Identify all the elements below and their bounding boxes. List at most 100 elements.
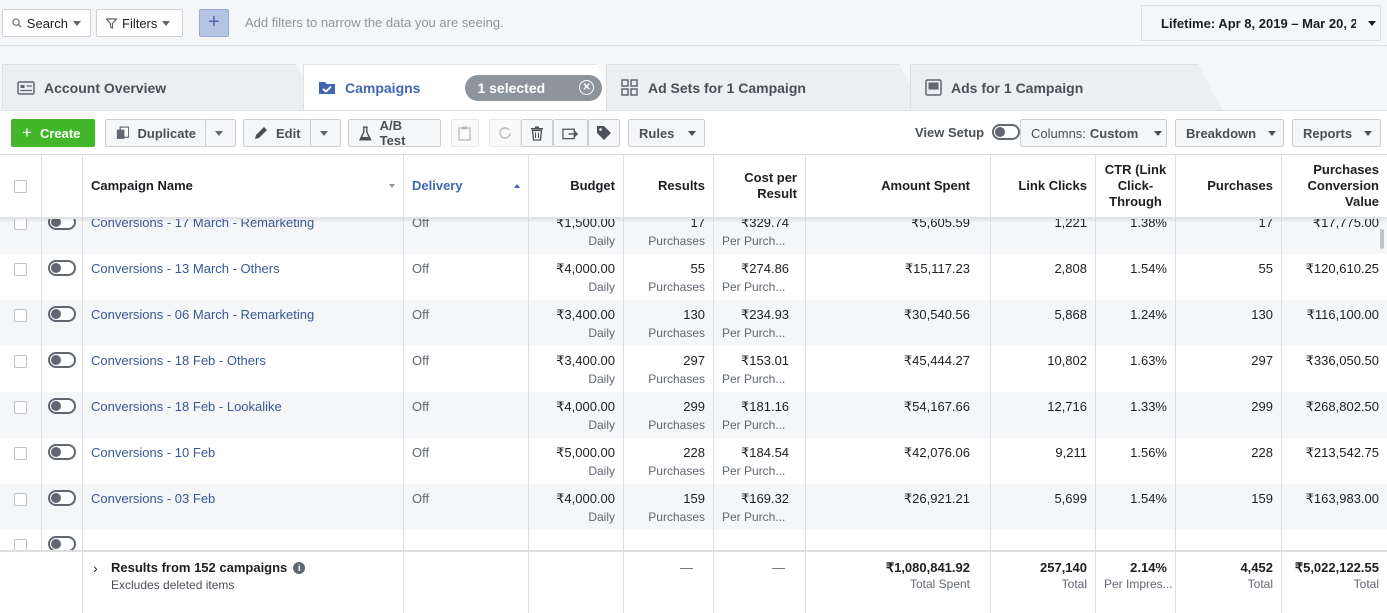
column-header-amount-spent[interactable]: Amount Spent (806, 155, 991, 217)
row-checkbox[interactable] (14, 355, 27, 368)
export-button[interactable] (553, 119, 588, 147)
expand-chevron-icon[interactable]: › (93, 560, 98, 576)
column-label: Cost per Result (744, 170, 797, 201)
column-header-budget[interactable]: Budget (529, 155, 624, 217)
chevron-down-icon (688, 130, 697, 136)
date-range-label: Lifetime: Apr 8, 2019 – Mar 20, 2020 (1161, 15, 1356, 31)
table-cell: Conversions - 13 March - Others (83, 254, 404, 300)
campaign-status-toggle[interactable] (48, 398, 76, 414)
campaign-name-link[interactable]: Conversions - 10 Feb (91, 445, 215, 460)
cell-value: ₹54,167.66 (903, 399, 970, 414)
tab-ads[interactable]: Ads for 1 Campaign (910, 64, 1222, 110)
campaign-name-link[interactable]: Conversions - 18 Feb - Others (91, 353, 266, 368)
cell-value: ₹5,000.00 (556, 445, 615, 460)
row-checkbox[interactable] (14, 493, 27, 506)
table-row[interactable]: Conversions - 18 Feb - Lookalike Off ₹4,00… (0, 392, 1387, 438)
cell-value: ₹274.86 (741, 261, 790, 276)
column-label: Amount Spent (881, 178, 970, 193)
column-header-campaign-name[interactable]: Campaign Name (83, 155, 404, 217)
selection-pill[interactable]: 1 selected ✕ (465, 75, 602, 101)
view-setup-toggle[interactable] (992, 124, 1021, 140)
export-icon (562, 128, 579, 140)
cell-value: ₹153.01 (741, 353, 790, 368)
cell-value: 5,868 (1054, 307, 1087, 322)
reports-button[interactable]: Reports (1292, 119, 1381, 147)
row-checkbox[interactable] (14, 263, 27, 276)
column-header-cost-per-result[interactable]: Cost per Result (714, 155, 806, 217)
clipboard-button[interactable] (451, 119, 479, 147)
table-row[interactable]: Conversions - 10 Feb Off ₹5,000.00 Daily 228… (0, 438, 1387, 484)
footer-subtitle: Excludes deleted items (111, 578, 235, 592)
column-label: CTR (Link Click-Through (1104, 162, 1167, 209)
table-cell (42, 300, 83, 346)
table-cell: Off (404, 346, 529, 392)
campaign-name-link[interactable]: Conversions - 13 March - Others (91, 261, 280, 276)
table-cell (0, 484, 42, 530)
ad-sets-grid-icon (621, 79, 639, 97)
column-label: Delivery (412, 178, 463, 193)
cell-value: ₹336,050.50 (1305, 353, 1379, 368)
table-cell: 299 (1176, 392, 1282, 438)
breakdown-button[interactable]: Breakdown (1175, 119, 1284, 147)
filters-button[interactable]: Filters (96, 9, 183, 37)
campaign-status-toggle[interactable] (48, 444, 76, 460)
edit-button[interactable]: Edit (243, 119, 312, 147)
chevron-down-icon (73, 20, 81, 26)
clear-selection-icon[interactable]: ✕ (579, 80, 594, 95)
column-header-delivery[interactable]: Delivery (404, 155, 529, 217)
scrollbar-thumb[interactable] (1380, 229, 1384, 249)
table-cell: 9,211 (991, 438, 1096, 484)
row-checkbox[interactable] (14, 401, 27, 414)
create-button[interactable]: + Create (11, 119, 95, 147)
filter-hint: Add filters to narrow the data you are s… (245, 15, 504, 30)
campaign-name-link[interactable]: Conversions - 03 Feb (91, 491, 215, 506)
edit-label: Edit (276, 125, 301, 141)
select-all-checkbox[interactable] (14, 179, 27, 193)
campaign-status-toggle[interactable] (48, 352, 76, 368)
tag-button[interactable] (588, 119, 620, 147)
table-row[interactable]: Conversions - 13 March - Others Off ₹4,000… (0, 254, 1387, 300)
edit-dropdown[interactable] (310, 119, 341, 147)
column-header-results[interactable]: Results (624, 155, 714, 217)
table-row[interactable]: Conversions - 06 March - Remarketing Off ₹… (0, 300, 1387, 346)
campaign-name-link[interactable]: Conversions - 18 Feb - Lookalike (91, 399, 282, 414)
cell-value: 159 (1251, 491, 1273, 506)
account-overview-icon (17, 81, 35, 95)
tab-campaigns[interactable]: Campaigns 1 selected ✕ (303, 64, 620, 110)
duplicate-dropdown[interactable] (205, 119, 236, 147)
cell-value: ₹3,400.00 (556, 307, 615, 322)
campaign-status-toggle[interactable] (48, 490, 76, 506)
ab-test-button[interactable]: A/B Test (348, 118, 441, 148)
pencil-icon (255, 127, 267, 139)
row-checkbox[interactable] (14, 309, 27, 322)
campaign-status-toggle[interactable] (48, 260, 76, 276)
tab-ad-sets[interactable]: Ad Sets for 1 Campaign (606, 64, 923, 110)
tab-account-overview[interactable]: Account Overview (2, 64, 320, 110)
column-header-link-clicks[interactable]: Link Clicks (991, 155, 1096, 217)
rules-button[interactable]: Rules (628, 119, 705, 147)
column-header-ctr[interactable]: CTR (Link Click-Through (1096, 155, 1176, 217)
search-button[interactable]: Search (2, 9, 91, 37)
cell-value: ₹42,076.06 (903, 445, 970, 460)
columns-button[interactable]: Columns: Custom (1020, 119, 1167, 147)
table-cell: 228 (1176, 438, 1282, 484)
column-header-purchases-value[interactable]: Purchases Conversion Value (1282, 155, 1387, 217)
row-checkbox[interactable] (14, 447, 27, 460)
info-icon[interactable]: i (293, 562, 306, 574)
table-row[interactable]: Conversions - 18 Feb - Others Off ₹3,400.0… (0, 346, 1387, 392)
table-cell: 2,808 (991, 254, 1096, 300)
cell-value: 1.54% (1130, 491, 1167, 506)
column-header-purchases[interactable]: Purchases (1176, 155, 1282, 217)
level-tabs: Account Overview Campaigns 1 selected ✕ … (0, 46, 1387, 110)
table-row[interactable]: Conversions - 03 Feb Off ₹4,000.00 Daily 159… (0, 484, 1387, 530)
column-label: Budget (570, 178, 615, 193)
restore-button[interactable] (489, 119, 521, 147)
add-filter-button[interactable]: + (199, 9, 229, 37)
campaign-name-link[interactable]: Conversions - 06 March - Remarketing (91, 307, 314, 322)
table-cell (42, 346, 83, 392)
date-range-button[interactable]: Lifetime: Apr 8, 2019 – Mar 20, 2020 (1141, 5, 1381, 41)
cell-value: 299 (683, 399, 705, 414)
duplicate-button[interactable]: Duplicate (105, 119, 207, 147)
campaign-status-toggle[interactable] (48, 306, 76, 322)
delete-button[interactable] (521, 119, 553, 147)
